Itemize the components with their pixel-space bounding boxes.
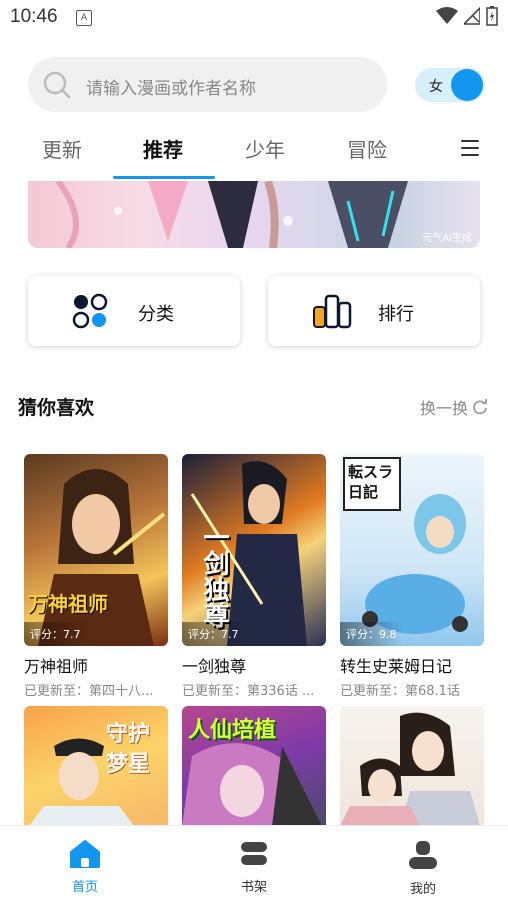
toggle-knob[interactable]: [451, 69, 483, 101]
category-button[interactable]: 分类: [28, 276, 240, 346]
book-card[interactable]: [340, 706, 484, 826]
cover-art: [38, 469, 166, 646]
notification-icon: A: [76, 10, 92, 26]
gender-toggle[interactable]: 女: [415, 68, 485, 102]
category-icon: [72, 293, 108, 329]
book-cover[interactable]: 万神祖师 评分：7.7: [24, 454, 168, 646]
book-title: 转生史莱姆日记: [340, 657, 453, 676]
book-cover[interactable]: 転スラ日記 评分：9.8: [340, 454, 484, 646]
nav-profile[interactable]: 我的: [393, 840, 453, 897]
book-card[interactable]: 万神祖师 评分：7.7 万神祖师 已更新至：第四十八...: [24, 454, 168, 699]
cover-title-art: 一剑独尊: [199, 524, 229, 628]
search-bar[interactable]: 请输入漫画或作者名称: [28, 57, 387, 112]
nav-home[interactable]: 首页: [55, 840, 115, 895]
nav-profile-label: 我的: [409, 882, 436, 897]
tab-adventure[interactable]: 冒险: [347, 134, 387, 163]
banner-carousel[interactable]: 元气AI生成: [28, 181, 480, 248]
book-score: 评分：9.8: [340, 622, 403, 646]
cover-title-art: 転スラ日記: [348, 463, 394, 501]
gender-toggle-label: 女: [429, 79, 443, 95]
rank-button[interactable]: 排行: [268, 276, 480, 346]
tab-recommend[interactable]: 推荐: [143, 134, 183, 163]
book-card[interactable]: 転スラ日記 评分：9.8 转生史莱姆日记 已更新至：第68.1话: [340, 454, 484, 699]
refresh-label: 换一换: [420, 399, 469, 418]
tab-indicator: [113, 176, 215, 179]
cover-title-art: 万神祖师: [28, 592, 108, 616]
book-update: 已更新至：第四十八...: [24, 684, 154, 699]
battery-icon: [486, 6, 498, 26]
wifi-icon: [436, 7, 458, 24]
book-cover[interactable]: 人仙培植: [182, 706, 326, 826]
book-score: 评分：7.7: [24, 622, 87, 646]
nav-bookshelf[interactable]: 书架: [224, 840, 284, 895]
cover-art: [340, 712, 480, 826]
refresh-icon: [473, 399, 487, 415]
cover-title-art: 人仙培植: [188, 718, 277, 743]
book-update: 已更新至：第68.1话: [340, 684, 460, 699]
home-icon: [70, 840, 100, 868]
banner-watermark: 元气AI生成: [422, 233, 472, 244]
rank-icon: [313, 294, 352, 329]
nav-home-label: 首页: [71, 880, 98, 895]
book-score: 评分：7.7: [182, 622, 245, 646]
book-cover[interactable]: 守护梦星: [24, 706, 168, 826]
book-update: 已更新至：第336话 ...: [182, 684, 315, 699]
book-card[interactable]: 人仙培植: [182, 706, 326, 826]
rank-label: 排行: [378, 304, 414, 325]
book-card[interactable]: 守护梦星: [24, 706, 168, 826]
category-label: 分类: [138, 304, 174, 325]
bookshelf-icon: [241, 842, 267, 865]
book-title: 万神祖师: [24, 657, 89, 676]
nav-bookshelf-label: 书架: [240, 880, 267, 895]
tab-update[interactable]: 更新: [42, 134, 82, 163]
banner-illustration: [55, 181, 408, 248]
section-title: 猜你喜欢: [18, 397, 95, 419]
bottom-nav: 首页 书架 我的: [0, 825, 508, 904]
book-cover[interactable]: 一剑独尊 评分：7.7: [182, 454, 326, 646]
book-title: 一剑独尊: [182, 657, 247, 676]
search-placeholder[interactable]: 请输入漫画或作者名称: [86, 74, 256, 99]
search-icon: [43, 71, 71, 99]
status-bar: 10:46 A: [0, 0, 508, 36]
tab-shonen[interactable]: 少年: [245, 134, 285, 163]
cover-title-art: 守护梦星: [106, 722, 151, 777]
status-time: 10:46: [10, 6, 58, 27]
book-cover[interactable]: [340, 706, 484, 826]
menu-icon[interactable]: [461, 140, 479, 161]
category-tabs: 更新 推荐 少年 冒险: [0, 128, 508, 180]
profile-icon: [409, 841, 437, 869]
signal-icon: [464, 7, 480, 25]
status-icons: [436, 6, 498, 26]
refresh-button[interactable]: 换一换: [420, 395, 488, 419]
book-card[interactable]: 一剑独尊 评分：7.7 一剑独尊 已更新至：第336话 ...: [182, 454, 326, 699]
